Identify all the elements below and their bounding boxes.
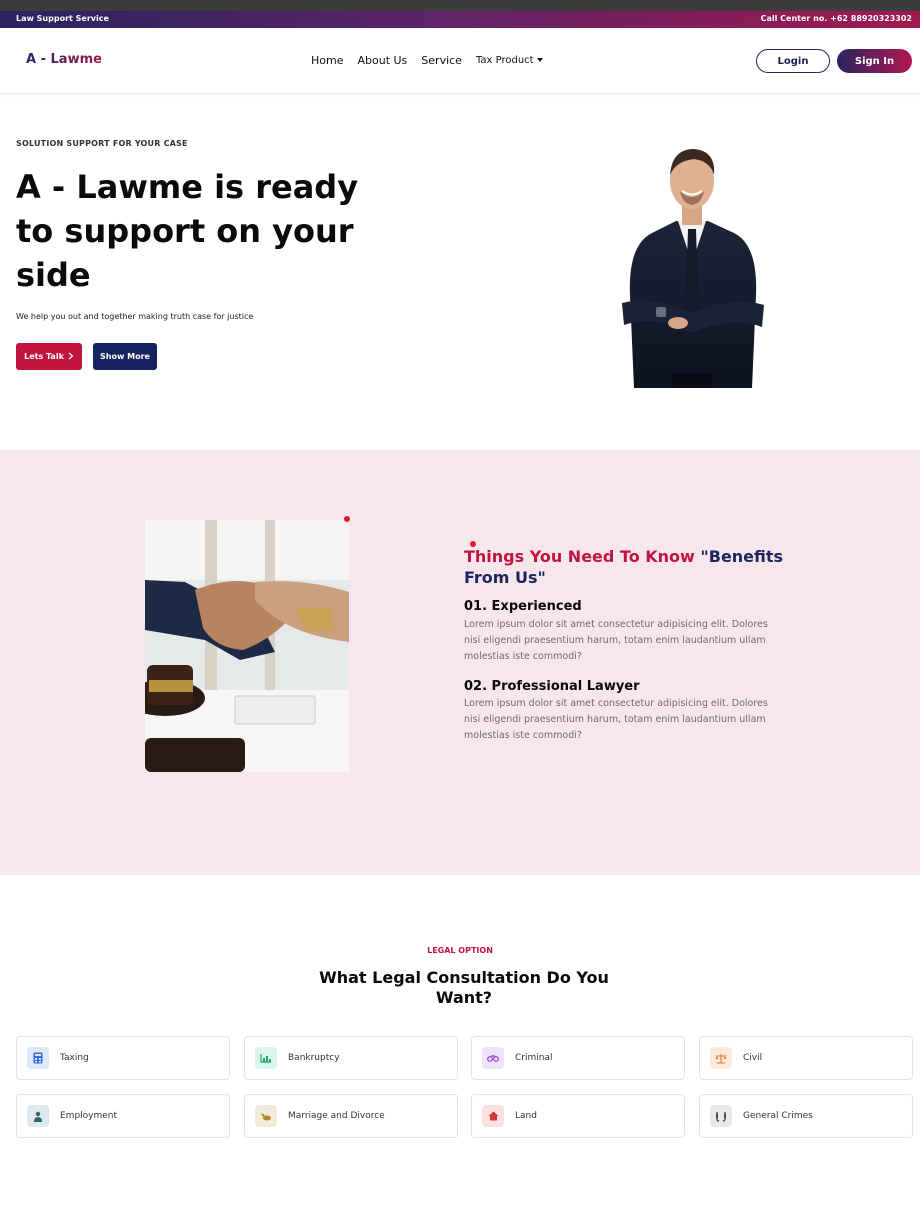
hero-eyebrow: SOLUTION SUPPORT FOR YOUR CASE bbox=[16, 139, 188, 148]
lawyer-photo bbox=[622, 149, 764, 388]
legal-option-label: Bankruptcy bbox=[288, 1053, 340, 1063]
legal-option-label: Marriage and Divorce bbox=[288, 1111, 385, 1121]
legal-option-label: Civil bbox=[743, 1053, 763, 1063]
legal-option-criminal[interactable]: Criminal bbox=[471, 1036, 685, 1080]
rings-icon bbox=[255, 1105, 277, 1127]
lets-talk-label: Lets Talk bbox=[24, 352, 64, 361]
handcuffs-icon bbox=[482, 1047, 504, 1069]
legal-option-taxing[interactable]: Taxing bbox=[16, 1036, 230, 1080]
nav-home[interactable]: Home bbox=[311, 54, 343, 67]
sign-in-button[interactable]: Sign In bbox=[837, 49, 912, 73]
legal-option-general-crimes[interactable]: General Crimes bbox=[699, 1094, 913, 1138]
legal-option-employment[interactable]: Employment bbox=[16, 1094, 230, 1138]
call-center-number[interactable]: Call Center no. +62 88920323302 bbox=[761, 14, 912, 23]
legal-option-land[interactable]: Land bbox=[471, 1094, 685, 1138]
hero-title: A - Lawme is ready to support on your si… bbox=[16, 168, 359, 294]
shackles-icon bbox=[710, 1105, 732, 1127]
legal-option-label: Employment bbox=[60, 1111, 118, 1121]
calculator-icon bbox=[27, 1047, 49, 1069]
legal-option-label: Criminal bbox=[515, 1053, 553, 1063]
chevron-right-icon bbox=[68, 352, 74, 362]
legal-option-label: Taxing bbox=[60, 1053, 89, 1063]
top-info-bar: Law Support Service Call Center no. +62 … bbox=[0, 11, 920, 28]
main-navbar: A - Lawme Home About Us Service Tax Prod… bbox=[0, 28, 920, 94]
legal-option-label: Land bbox=[515, 1111, 537, 1121]
legal-title: What Legal Consultation Do You Want? bbox=[319, 968, 609, 1007]
show-more-button[interactable]: Show More bbox=[93, 343, 157, 370]
benefit-item-title: 02. Professional Lawyer bbox=[464, 679, 640, 694]
nav-links: Home About Us Service Tax Product bbox=[311, 54, 543, 67]
decorative-dot bbox=[344, 516, 350, 522]
legal-option-label: General Crimes bbox=[743, 1111, 813, 1121]
hero-subtitle: We help you out and together making trut… bbox=[16, 312, 254, 321]
site-logo[interactable]: A - Lawme bbox=[26, 52, 102, 67]
benefit-item-body: Lorem ipsum dolor sit amet consectetur a… bbox=[464, 619, 768, 662]
worker-icon bbox=[27, 1105, 49, 1127]
nav-tax-product-dropdown[interactable]: Tax Product bbox=[476, 55, 543, 66]
chart-icon bbox=[255, 1047, 277, 1069]
lets-talk-button[interactable]: Lets Talk bbox=[16, 343, 82, 370]
legal-option-bankruptcy[interactable]: Bankruptcy bbox=[244, 1036, 458, 1080]
benefit-item-title: 01. Experienced bbox=[464, 599, 582, 614]
handshake-photo bbox=[145, 520, 349, 772]
legal-eyebrow: LEGAL OPTION bbox=[427, 946, 493, 955]
benefits-title-part1: Things You Need To Know bbox=[464, 547, 695, 566]
nav-about-us[interactable]: About Us bbox=[357, 54, 407, 67]
nav-tax-product-label: Tax Product bbox=[475, 55, 534, 66]
benefits-title: Things You Need To Know "Benefits From U… bbox=[464, 546, 784, 588]
house-icon bbox=[482, 1105, 504, 1127]
benefit-item-body: Lorem ipsum dolor sit amet consectetur a… bbox=[464, 698, 768, 741]
legal-option-marriage-and-divorce[interactable]: Marriage and Divorce bbox=[244, 1094, 458, 1138]
scale-icon bbox=[710, 1047, 732, 1069]
browser-chrome-strip bbox=[0, 0, 920, 11]
login-button[interactable]: Login bbox=[756, 49, 830, 73]
benefits-section: Things You Need To Know "Benefits From U… bbox=[0, 450, 920, 875]
nav-service[interactable]: Service bbox=[421, 54, 462, 67]
service-tagline: Law Support Service bbox=[16, 14, 109, 23]
chevron-down-icon bbox=[536, 58, 543, 62]
legal-option-civil[interactable]: Civil bbox=[699, 1036, 913, 1080]
